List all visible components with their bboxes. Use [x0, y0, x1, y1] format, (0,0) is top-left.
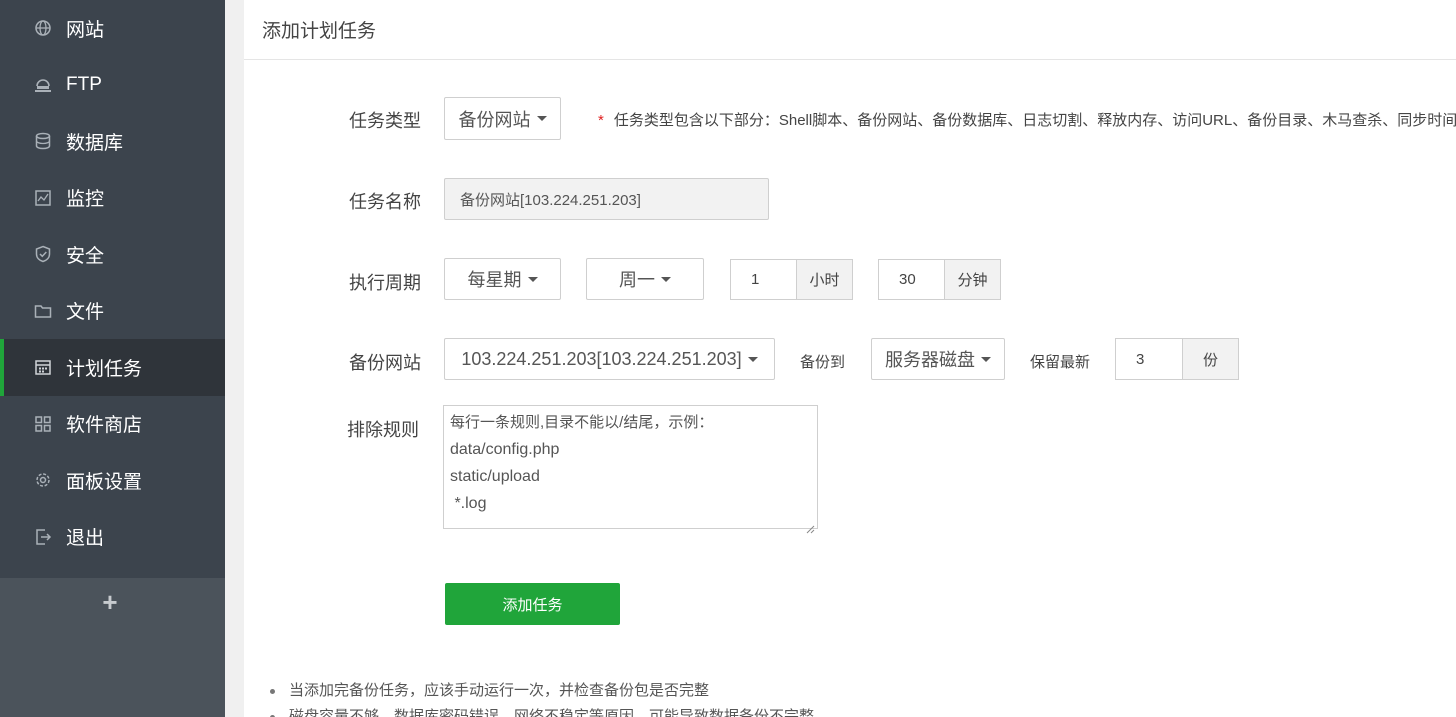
cycle-period-select[interactable]: 每星期	[444, 258, 561, 300]
sidebar-item-label: 监控	[66, 189, 105, 211]
cycle-weekday-value: 周一	[619, 270, 655, 290]
backup-site-select[interactable]: 103.224.251.203[103.224.251.203]	[444, 338, 775, 380]
keep-latest-label: 保留最新	[1030, 354, 1091, 371]
page-title: 添加计划任务	[244, 0, 1456, 60]
sidebar-item-monitor[interactable]: 监控	[0, 170, 225, 227]
sidebar-item-settings[interactable]: 面板设置	[0, 452, 225, 509]
logout-icon	[34, 528, 52, 546]
required-star: *	[598, 112, 604, 129]
sidebar-item-label: 软件商店	[66, 415, 143, 437]
backup-to-value: 服务器磁盘	[885, 350, 975, 370]
task-name-input[interactable]: 备份网站[103.224.251.203]	[444, 178, 769, 220]
sidebar-item-website[interactable]: 网站	[0, 0, 225, 57]
globe-icon	[34, 19, 52, 37]
tip-item: 当添加完备份任务，应该手动运行一次，并检查备份包是否完整	[244, 678, 1456, 704]
sidebar-item-files[interactable]: 文件	[0, 283, 225, 340]
sidebar-item-label: 面板设置	[66, 471, 143, 493]
backup-to-label: 备份到	[800, 354, 846, 371]
sidebar-item-database[interactable]: 数据库	[0, 113, 225, 170]
task-type-label: 任务类型	[349, 111, 421, 131]
task-type-select[interactable]: 备份网站	[444, 97, 561, 140]
exclude-line: data/config.php	[450, 441, 560, 458]
resize-handle-icon[interactable]	[805, 516, 815, 534]
tip-item: 磁盘容量不够、数据库密码错误、网络不稳定等原因，可能导致数据备份不完整	[244, 704, 1456, 717]
chevron-down-icon	[747, 356, 758, 362]
cycle-period-value: 每星期	[467, 270, 522, 290]
add-task-button[interactable]: 添加任务	[445, 583, 620, 625]
chevron-down-icon	[661, 276, 671, 282]
backup-site-label: 备份网站	[349, 353, 421, 373]
sidebar-item-label: 文件	[66, 302, 105, 324]
tips-list: 当添加完备份任务，应该手动运行一次，并检查备份包是否完整 磁盘容量不够、数据库密…	[244, 678, 1456, 717]
backup-to-select[interactable]: 服务器磁盘	[871, 338, 1005, 380]
exclude-rules-textarea[interactable]: 每行一条规则,目录不能以/结尾，示例： data/config.php stat…	[443, 405, 818, 534]
exclude-placeholder: 每行一条规则,目录不能以/结尾，示例：	[450, 414, 714, 431]
sidebar-add-area: +	[0, 578, 225, 717]
minute-unit: 分钟	[945, 259, 1001, 300]
layout-gap	[225, 0, 244, 717]
add-plus-button[interactable]: +	[100, 589, 120, 615]
chevron-down-icon	[536, 116, 547, 121]
sidebar-item-ftp[interactable]: FTP	[0, 57, 225, 114]
sidebar-item-label: 计划任务	[66, 358, 143, 380]
cycle-weekday-select[interactable]: 周一	[586, 258, 704, 300]
sidebar-menu: 网站 FTP 数据库 监控 安全 文件 计划任务 软件商店 面板设置 退出	[0, 0, 225, 565]
sidebar: 网站 FTP 数据库 监控 安全 文件 计划任务 软件商店 面板设置 退出 +	[0, 0, 225, 717]
main-panel: 添加计划任务 任务类型 备份网站 * 任务类型包含以下部分：Shell脚本、备份网…	[244, 0, 1456, 717]
cycle-label: 执行周期	[349, 273, 421, 293]
sidebar-item-label: FTP	[66, 73, 102, 95]
exclude-line: static/upload	[450, 468, 540, 485]
apps-icon	[34, 415, 52, 433]
keep-count-input[interactable]: 3	[1115, 338, 1183, 380]
sidebar-item-security[interactable]: 安全	[0, 226, 225, 283]
folder-icon	[34, 302, 52, 320]
hour-unit: 小时	[797, 259, 853, 300]
sidebar-item-label: 安全	[66, 245, 105, 267]
calendar-icon	[34, 358, 52, 376]
gear-icon	[34, 471, 52, 489]
shield-icon	[34, 245, 52, 263]
sidebar-item-label: 数据库	[66, 132, 124, 154]
sidebar-item-logout[interactable]: 退出	[0, 509, 225, 566]
exclude-label: 排除规则	[347, 420, 419, 440]
task-type-value: 备份网站	[458, 109, 531, 130]
exclude-line: *.log	[450, 495, 487, 512]
keep-count-unit: 份	[1183, 338, 1239, 380]
task-type-hint-text: 任务类型包含以下部分：Shell脚本、备份网站、备份数据库、日志切割、释放内存、…	[613, 112, 1456, 129]
database-icon	[34, 132, 52, 150]
hour-input[interactable]: 1	[730, 259, 797, 300]
backup-site-value: 103.224.251.203[103.224.251.203]	[461, 348, 742, 369]
task-type-hint: * 任务类型包含以下部分：Shell脚本、备份网站、备份数据库、日志切割、释放内存…	[598, 109, 1456, 130]
sidebar-item-label: 退出	[66, 528, 105, 550]
ftp-icon	[34, 76, 52, 94]
monitor-icon	[34, 189, 52, 207]
task-name-label: 任务名称	[349, 192, 421, 212]
chevron-down-icon	[981, 356, 991, 362]
chevron-down-icon	[527, 276, 538, 282]
sidebar-item-app-store[interactable]: 软件商店	[0, 396, 225, 453]
minute-input[interactable]: 30	[878, 259, 945, 300]
sidebar-item-label: 网站	[66, 19, 105, 41]
sidebar-item-cron[interactable]: 计划任务	[0, 339, 225, 396]
